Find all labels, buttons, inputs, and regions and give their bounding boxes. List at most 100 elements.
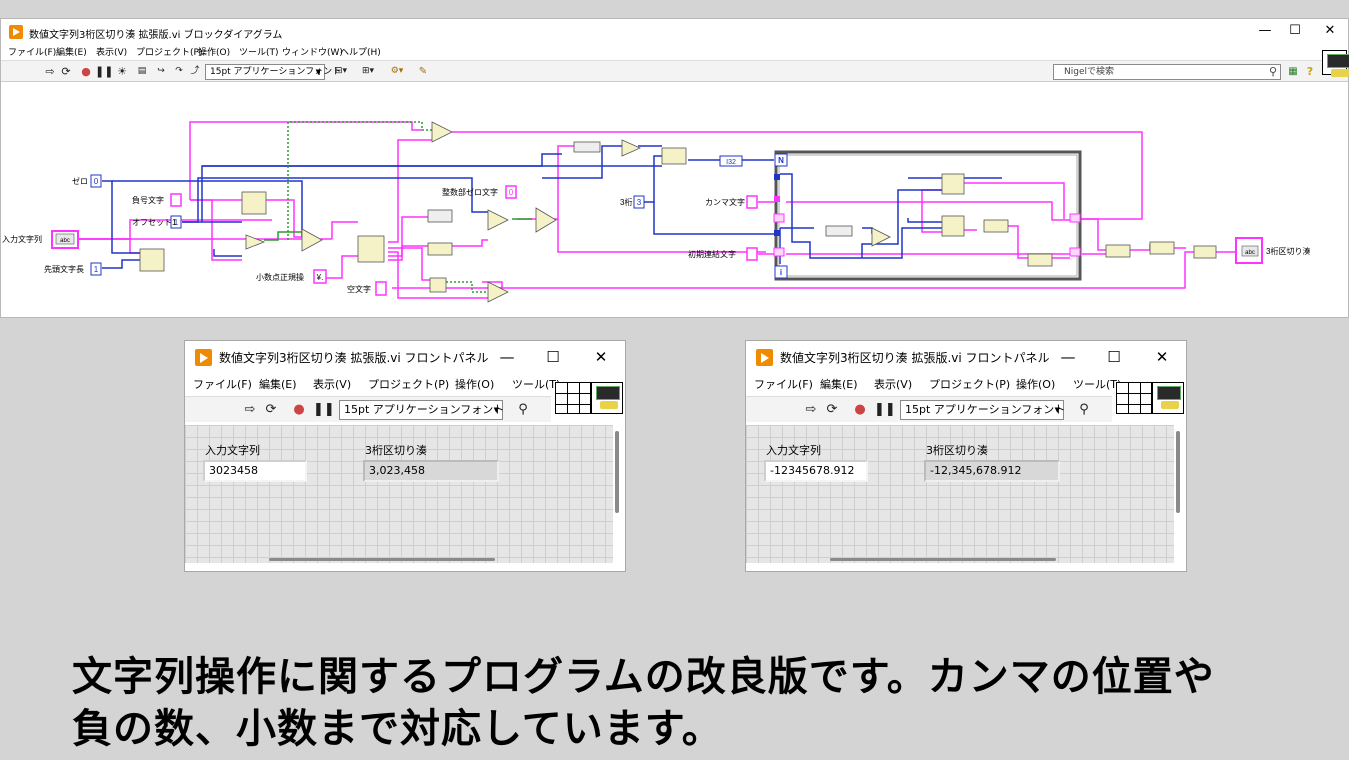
abort-icon[interactable]: ●: [852, 402, 868, 417]
comma-char-label: カンマ文字: [705, 197, 745, 207]
menu-view[interactable]: 表示(V): [96, 45, 127, 58]
input-string-field[interactable]: -12345678.912: [764, 460, 868, 482]
menu-project[interactable]: プロジェクト(P): [368, 376, 449, 392]
menu-edit[interactable]: 編集(E): [259, 376, 297, 392]
retain-wire-values-icon[interactable]: ▤: [134, 64, 150, 79]
menu-operate[interactable]: 操作(O): [455, 376, 494, 392]
block-diagram-window: 数値文字列3桁区切り湊 拡張版.vi ブロックダイアグラム — ☐ ✕ ファイル…: [0, 18, 1349, 318]
titlebar: 数値文字列3桁区切り湊 拡張版.vi フロントパネル — ☐ ✕: [746, 341, 1186, 373]
comma-char-constant: [746, 195, 758, 209]
run-arrow-icon[interactable]: ⇨: [804, 402, 818, 417]
labview-app-icon: [9, 25, 23, 39]
toolbar: ⇨ ⟳ ● ❚❚ ☀ ▤ ↪ ↷ ⤴ 15pt アプリケーションフォント ▼ ⊟…: [1, 60, 1348, 82]
reorder-icon[interactable]: ⚙▾: [386, 64, 408, 79]
context-help-icon[interactable]: ▦: [1286, 64, 1300, 79]
input-string-label: 入力文字列: [2, 234, 42, 244]
menu-file[interactable]: ファイル(F): [754, 376, 813, 392]
menu-file[interactable]: ファイル(F): [8, 45, 56, 58]
output-string-indicator: 3,023,458: [363, 460, 499, 482]
font-select[interactable]: 15pt アプリケーションフォント ▼: [339, 400, 504, 420]
shift-register-right[interactable]: [1069, 247, 1081, 257]
close-button[interactable]: ✕: [1312, 19, 1348, 43]
menu-view[interactable]: 表示(V): [874, 376, 912, 392]
sign-char-constant: [170, 193, 182, 207]
maximize-button[interactable]: ☐: [1096, 345, 1132, 369]
vi-icon: [1322, 50, 1349, 77]
chevron-down-icon: ▼: [315, 68, 321, 76]
numeric-wires: [102, 145, 1002, 269]
step-out-icon[interactable]: ⤴: [187, 64, 203, 79]
vi-icon: [591, 382, 623, 414]
pause-icon[interactable]: ❚❚: [95, 64, 113, 79]
abort-icon[interactable]: ●: [291, 402, 307, 417]
connector-pane[interactable]: [555, 382, 591, 414]
font-select-value: 15pt アプリケーションフォント: [905, 403, 1066, 416]
vertical-scrollbar[interactable]: [615, 431, 619, 513]
zero-label: ゼロ: [72, 176, 88, 186]
caption-line-1: 文字列操作に関するプログラムの改良版です。カンマの位置や: [72, 654, 1215, 700]
horizontal-scrollbar[interactable]: [269, 558, 495, 561]
input-terminal-abc: abc: [60, 238, 70, 244]
highlight-execution-icon[interactable]: ☀: [115, 64, 129, 79]
block-diagram-canvas: N i 0 ゼロ 1 オフセット1 1 先頭文字長 3 3桁 負号文字 0 整数…: [2, 121, 1310, 303]
loop-count-terminal: N: [778, 156, 784, 165]
zero-constant: 0: [94, 177, 99, 186]
shift-register-left[interactable]: [773, 247, 785, 257]
align-objects-icon[interactable]: ⊟▾: [331, 64, 351, 79]
menu-tools[interactable]: ツール(T): [1073, 376, 1121, 392]
menu-file[interactable]: ファイル(F): [193, 376, 252, 392]
search-icon[interactable]: ⚲: [1269, 65, 1277, 79]
menu-window[interactable]: ウィンドウ(W): [282, 45, 343, 58]
menu-operate[interactable]: 操作(O): [198, 45, 230, 58]
menu-edit[interactable]: 編集(E): [820, 376, 858, 392]
offset-label: オフセット1: [132, 218, 177, 227]
minimize-button[interactable]: —: [1050, 345, 1086, 369]
search-icon[interactable]: ⚲: [511, 402, 535, 417]
menu-project[interactable]: プロジェクト(P): [136, 45, 202, 58]
search-input[interactable]: Nigelで検索 ⚲: [1053, 64, 1281, 80]
window-title: 数値文字列3桁区切り湊 拡張版.vi フロントパネル: [780, 351, 1050, 365]
pause-icon[interactable]: ❚❚: [313, 402, 335, 417]
connector-pane[interactable]: [1116, 382, 1152, 414]
shift-register-right[interactable]: [1069, 213, 1081, 223]
run-arrow-icon[interactable]: ⇨: [243, 402, 257, 417]
run-continuous-icon[interactable]: ⟳: [263, 402, 279, 417]
step-into-icon[interactable]: ↪: [153, 64, 169, 79]
font-select[interactable]: 15pt アプリケーションフォント ▼: [900, 400, 1066, 420]
search-icon[interactable]: ⚲: [1072, 402, 1096, 417]
menu-project[interactable]: プロジェクト(P): [929, 376, 1010, 392]
maximize-button[interactable]: ☐: [1277, 19, 1313, 43]
close-button[interactable]: ✕: [1144, 345, 1180, 369]
run-continuous-icon[interactable]: ⟳: [59, 64, 73, 79]
input-string-field[interactable]: 3023458: [203, 460, 307, 482]
font-select[interactable]: 15pt アプリケーションフォント ▼: [205, 64, 341, 80]
menu-tools[interactable]: ツール(T): [239, 45, 279, 58]
cleanup-diagram-icon[interactable]: ✎: [413, 64, 433, 79]
vi-icon: [1152, 382, 1184, 414]
menu-edit[interactable]: 編集(E): [56, 45, 87, 58]
help-icon[interactable]: ?: [1303, 64, 1317, 79]
maximize-button[interactable]: ☐: [535, 345, 571, 369]
menu-help[interactable]: ヘルプ(H): [340, 45, 381, 58]
output-string-indicator: -12,345,678.912: [924, 460, 1060, 482]
shift-register-left[interactable]: [773, 213, 785, 223]
distribute-objects-icon[interactable]: ⊞▾: [357, 64, 379, 79]
pause-icon[interactable]: ❚❚: [874, 402, 896, 417]
menu-tools[interactable]: ツール(T): [512, 376, 560, 392]
run-arrow-icon[interactable]: ⇨: [43, 64, 57, 79]
run-continuous-icon[interactable]: ⟳: [824, 402, 840, 417]
output-string-label: 3桁区切り湊: [926, 444, 988, 457]
vertical-scrollbar[interactable]: [1176, 431, 1180, 513]
minimize-button[interactable]: —: [489, 345, 525, 369]
menu-operate[interactable]: 操作(O): [1016, 376, 1055, 392]
output-terminal-abc: abc: [1245, 250, 1255, 256]
input-string-label: 入力文字列: [766, 444, 821, 457]
empty-string-constant: [375, 281, 387, 296]
abort-icon[interactable]: ●: [79, 64, 93, 79]
window-title: 数値文字列3桁区切り湊 拡張版.vi ブロックダイアグラム: [29, 30, 283, 41]
step-over-icon[interactable]: ↷: [171, 64, 187, 79]
horizontal-scrollbar[interactable]: [830, 558, 1056, 561]
menu-bar: ファイル(F) 編集(E) 表示(V) プロジェクト(P) 操作(O) ツール(…: [1, 43, 1348, 60]
menu-view[interactable]: 表示(V): [313, 376, 351, 392]
close-button[interactable]: ✕: [583, 345, 619, 369]
